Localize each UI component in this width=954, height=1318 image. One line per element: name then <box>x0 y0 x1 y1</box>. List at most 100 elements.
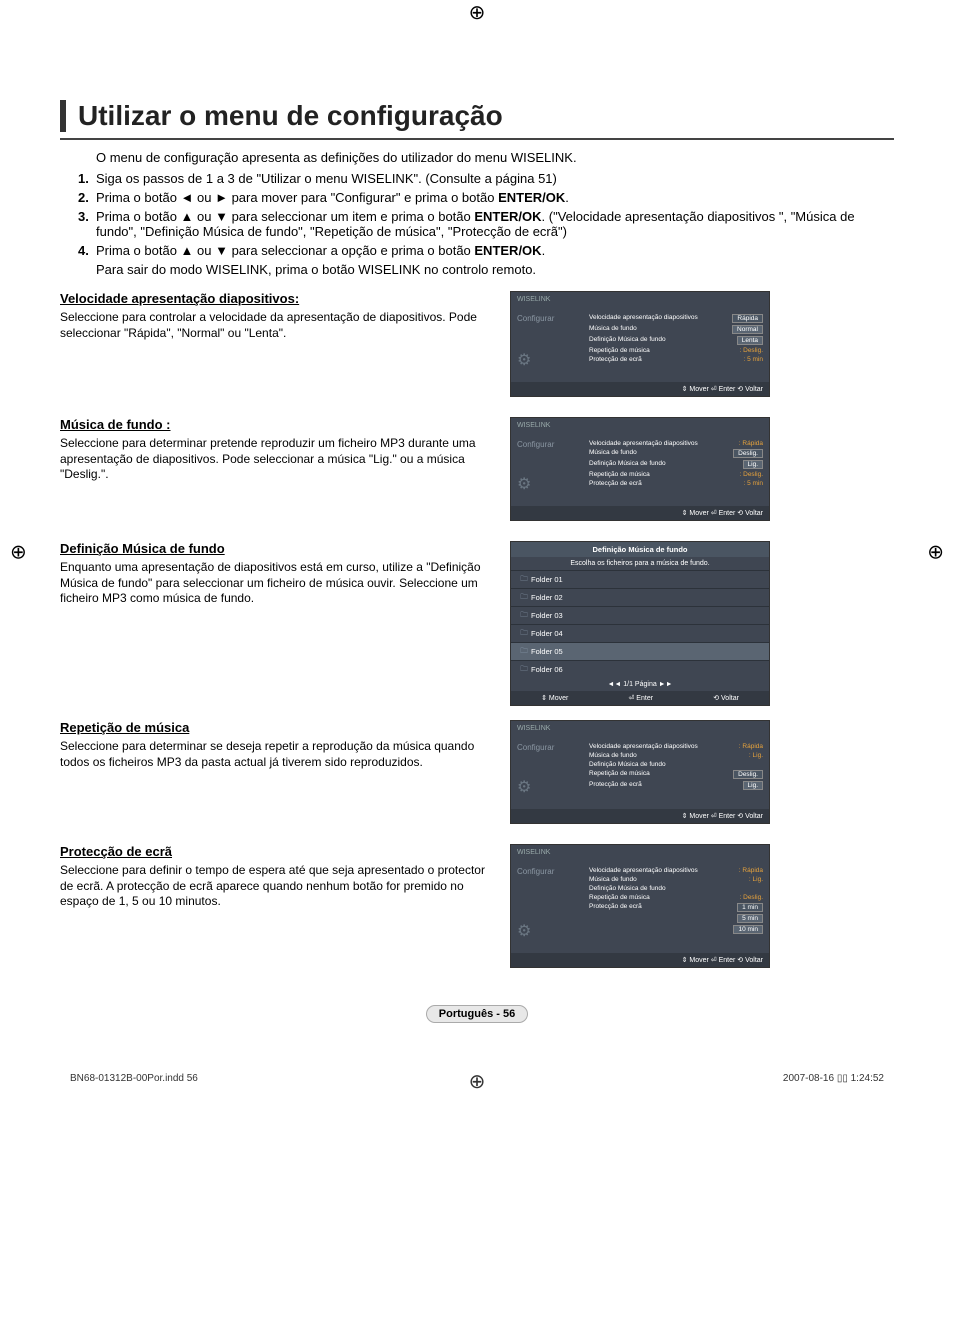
row-value: : Deslig. <box>740 471 763 478</box>
crop-mark-bottom: ⊕ <box>469 1069 486 1094</box>
option: Rápida <box>732 314 763 323</box>
option: 1 min <box>737 903 763 912</box>
folder-icon: 🗀 <box>517 627 531 640</box>
row-value: : Lig. <box>749 876 763 883</box>
option: Lig. <box>743 460 763 469</box>
gear-icon: ⚙ <box>517 350 531 370</box>
row-value: : 5 min <box>743 356 763 363</box>
folder-nav: ⇕ Mover⏎ Enter⟲ Voltar <box>511 691 769 705</box>
row-label: Velocidade apresentação diapositivos <box>589 440 698 447</box>
folder-icon: 🗀 <box>517 663 531 676</box>
row-value: : Deslig. <box>740 347 763 354</box>
folder-icon: 🗀 <box>517 645 531 658</box>
row-value: : Rápida <box>739 867 763 874</box>
row-label: Velocidade apresentação diapositivos <box>589 743 698 750</box>
section-title-3: Definição Música de fundo <box>60 541 500 556</box>
screenshot-screensaver: WISELINK Configurar ⚙ Velocidade apresen… <box>510 844 770 968</box>
row-value: : Deslig. <box>740 894 763 901</box>
crop-mark-top: ⊕ <box>469 0 486 25</box>
option: Lig. <box>743 781 763 790</box>
folder-icon: 🗀 <box>517 591 531 604</box>
section-text-4: Seleccione para determinar se deseja rep… <box>60 739 500 770</box>
row-label: Música de fundo <box>589 449 637 458</box>
section-title-1: Velocidade apresentação diapositivos: <box>60 291 500 306</box>
folder-subtitle: Escolha os ficheiros para a música de fu… <box>511 557 769 570</box>
section-text-2: Seleccione para determinar pretende repr… <box>60 436 500 483</box>
step-4-extra: Para sair do modo WISELINK, prima o botã… <box>96 262 894 277</box>
side-tab: Configurar <box>517 314 554 323</box>
folder-row: 🗀Folder 02 <box>511 588 769 606</box>
step-3: 3.Prima o botão ▲ ou ▼ para seleccionar … <box>60 209 894 239</box>
side-tab: Configurar <box>517 440 554 449</box>
nav-bar: ⇕ Mover ⏎ Enter ⟲ Voltar <box>511 506 769 520</box>
gear-icon: ⚙ <box>517 921 531 941</box>
row-label: Definição Música de fundo <box>589 885 666 892</box>
title-rule <box>60 138 894 140</box>
row-label: Música de fundo <box>589 325 637 334</box>
brand-label: WISELINK <box>511 292 769 307</box>
step-1: 1.Siga os passos de 1 a 3 de "Utilizar o… <box>60 171 894 186</box>
row-label: Repetição de música <box>589 347 650 354</box>
step-2: 2.Prima o botão ◄ ou ► para mover para "… <box>60 190 894 205</box>
row-label: Velocidade apresentação diapositivos <box>589 867 698 874</box>
row-label: Velocidade apresentação diapositivos <box>589 314 698 323</box>
brand-label: WISELINK <box>511 721 769 736</box>
screenshot-bg-music: WISELINK Configurar ⚙ Velocidade apresen… <box>510 417 770 521</box>
option: Deslig. <box>733 449 763 458</box>
side-tab: Configurar <box>517 743 554 752</box>
section-title-5: Protecção de ecrã <box>60 844 500 859</box>
brand-label: WISELINK <box>511 845 769 860</box>
section-text-1: Seleccione para controlar a velocidade d… <box>60 310 500 341</box>
folder-pager: ◄◄ 1/1 Página ►► <box>511 678 769 691</box>
row-label: Repetição de música <box>589 471 650 478</box>
nav-bar: ⇕ Mover ⏎ Enter ⟲ Voltar <box>511 953 769 967</box>
folder-row: 🗀Folder 06 <box>511 660 769 678</box>
section-title-2: Música de fundo : <box>60 417 500 432</box>
gear-icon: ⚙ <box>517 474 531 494</box>
section-text-3: Enquanto uma apresentação de diapositivo… <box>60 560 500 607</box>
screenshot-bg-music-setting: Definição Música de fundo Escolha os fic… <box>510 541 770 706</box>
folder-icon: 🗀 <box>517 609 531 622</box>
page-title: Utilizar o menu de configuração <box>78 100 894 132</box>
option: Lenta <box>737 336 763 345</box>
row-label: Definição Música de fundo <box>589 761 666 768</box>
folder-icon: 🗀 <box>517 573 531 586</box>
row-label: Definição Música de fundo <box>589 460 666 469</box>
side-tab: Configurar <box>517 867 554 876</box>
brand-label: WISELINK <box>511 418 769 433</box>
option: 10 min <box>733 925 763 934</box>
row-label: Música de fundo <box>589 876 637 883</box>
row-label: Protecção de ecrã <box>589 480 642 487</box>
screenshot-slideshow-speed: WISELINK Configurar ⚙ Velocidade apresen… <box>510 291 770 397</box>
folder-header: Definição Música de fundo <box>511 542 769 557</box>
screenshot-music-repeat: WISELINK Configurar ⚙ Velocidade apresen… <box>510 720 770 824</box>
footer-right: 2007-08-16 ▯▯ 1:24:52 <box>783 1073 884 1084</box>
crop-mark-left: ⊕ <box>10 540 27 565</box>
nav-bar: ⇕ Mover ⏎ Enter ⟲ Voltar <box>511 382 769 396</box>
nav-bar: ⇕ Mover ⏎ Enter ⟲ Voltar <box>511 809 769 823</box>
crop-mark-right: ⊕ <box>927 540 944 565</box>
row-value: : Rápida <box>739 440 763 447</box>
row-value: : Rápida <box>739 743 763 750</box>
row-value: : Lig. <box>749 752 763 759</box>
row-label: Definição Música de fundo <box>589 336 666 345</box>
page-number-badge: Português - 56 <box>426 1005 528 1023</box>
folder-row: 🗀Folder 01 <box>511 570 769 588</box>
option: Deslig. <box>733 770 763 779</box>
row-label: Repetição de música <box>589 770 650 779</box>
row-label: Protecção de ecrã <box>589 356 642 363</box>
gear-icon: ⚙ <box>517 777 531 797</box>
folder-row: 🗀Folder 03 <box>511 606 769 624</box>
row-label: Repetição de música <box>589 894 650 901</box>
option: Normal <box>732 325 763 334</box>
row-value: : 5 min <box>743 480 763 487</box>
folder-row: 🗀Folder 04 <box>511 624 769 642</box>
row-label: Protecção de ecrã <box>589 781 642 790</box>
step-4: 4.Prima o botão ▲ ou ▼ para seleccionar … <box>60 243 894 258</box>
section-title-4: Repetição de música <box>60 720 500 735</box>
folder-row-selected: 🗀Folder 05 <box>511 642 769 660</box>
section-text-5: Seleccione para definir o tempo de esper… <box>60 863 500 910</box>
option: 5 min <box>737 914 763 923</box>
row-label: Protecção de ecrã <box>589 903 642 912</box>
row-label: Música de fundo <box>589 752 637 759</box>
